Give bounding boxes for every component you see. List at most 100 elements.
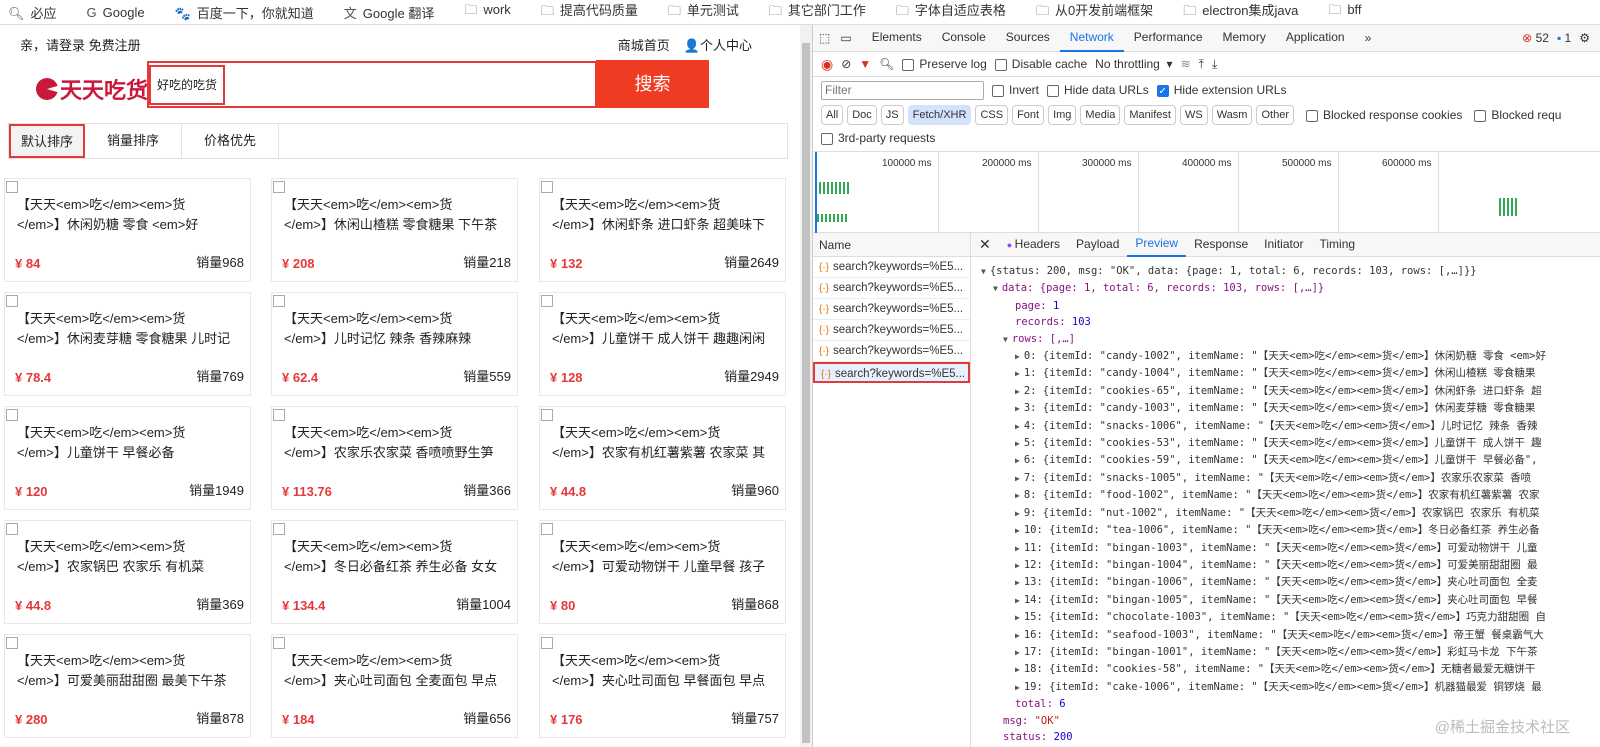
preview-rows[interactable]: ▼ rows: [,…] [981, 331, 1600, 348]
product-title[interactable]: 【天天<em>吃</em><em>货 </em>】冬日必备红茶 养生必备 女女 [272, 537, 517, 577]
bookmark-item[interactable]: 🐾 百度一下，你就知道 [175, 3, 314, 22]
type-filter-font[interactable]: Font [1012, 105, 1045, 125]
login-link[interactable]: 亲，请登录 免费注册 [20, 35, 141, 54]
type-filter-media[interactable]: Media [1080, 105, 1121, 125]
timeline-overview[interactable]: 100000 ms 200000 ms 300000 ms 400000 ms 5000… [813, 151, 1600, 234]
preview-row[interactable]: ▶ 19: {itemId: "cake-1006", itemName: "【天… [981, 679, 1600, 696]
product-title[interactable]: 【天天<em>吃</em><em>货 </em>】农家有机红薯紫薯 农家菜 其 [540, 423, 785, 463]
import-har-icon[interactable]: ⤒ [1199, 57, 1204, 72]
product-card[interactable]: 【天天<em>吃</em><em>货 </em>】儿童饼干 成人饼干 趣趣闲闲 ¥ … [539, 292, 786, 396]
errors-badge[interactable]: ⊗ 52 [1522, 31, 1549, 45]
search-input[interactable]: 好吃的吃货 [147, 61, 597, 108]
preview-row[interactable]: ▶ 5: {itemId: "cookies-53", itemName: "【天… [981, 435, 1600, 452]
more-tabs-button[interactable]: » [1355, 25, 1382, 51]
product-card[interactable]: 【天天<em>吃</em><em>货 </em>】农家锅巴 农家乐 有机菜 ¥ 44… [4, 520, 251, 624]
product-title[interactable]: 【天天<em>吃</em><em>货 </em>】休闲虾条 进口虾条 超美味下 [540, 195, 785, 235]
product-card[interactable]: 【天天<em>吃</em><em>货 </em>】夹心吐司面包 早餐面包 早点 ¥ … [539, 634, 786, 738]
hide-data-urls-checkbox[interactable]: Hide data URLs [1047, 83, 1149, 97]
preview-row[interactable]: ▶ 0: {itemId: "candy-1002", itemName: "【天… [981, 348, 1600, 365]
bookmark-item[interactable]: 🗀 work [464, 1, 510, 23]
preview-row[interactable]: ▶ 16: {itemId: "seafood-1003", itemName: … [981, 627, 1600, 644]
bookmark-item[interactable]: 🗀 字体自适应表格 [896, 0, 1006, 24]
product-title[interactable]: 【天天<em>吃</em><em>货 </em>】夹心吐司面包 早餐面包 早点 [540, 651, 785, 691]
preview-row[interactable]: ▶ 2: {itemId: "cookies-65", itemName: "【天… [981, 383, 1600, 400]
tab-performance[interactable]: Performance [1124, 24, 1213, 52]
bookmark-item[interactable]: 🗀 从0开发前端框架 [1036, 0, 1153, 24]
product-title[interactable]: 【天天<em>吃</em><em>货 </em>】农家乐农家菜 香喷喷野生笋 [272, 423, 517, 463]
tab-console[interactable]: Console [932, 24, 996, 52]
type-filter-ws[interactable]: WS [1179, 105, 1208, 125]
detail-tab-headers[interactable]: ● Headers [999, 233, 1068, 257]
device-toggle-icon[interactable]: ▭ [836, 31, 861, 45]
product-card[interactable]: 【天天<em>吃</em><em>货 </em>】休闲麦芽糖 零食糖果 儿时记 ¥ … [4, 292, 251, 396]
product-title[interactable]: 【天天<em>吃</em><em>货 </em>】农家锅巴 农家乐 有机菜 [5, 537, 250, 577]
bookmark-item[interactable]: 🗀 electron集成java [1183, 0, 1298, 24]
tab-application[interactable]: Application [1276, 24, 1355, 52]
product-card[interactable]: 【天天<em>吃</em><em>货 </em>】可爱美丽甜甜圈 最美下午茶 ¥ 2… [4, 634, 251, 738]
user-center-link[interactable]: 👤个人中心 [684, 35, 752, 54]
sort-default[interactable]: 默认排序 [9, 124, 86, 158]
request-row[interactable]: {·} search?keywords=%E5... [813, 257, 970, 278]
product-card[interactable]: 【天天<em>吃</em><em>货 </em>】夹心吐司面包 全麦面包 早点 ¥ … [271, 634, 518, 738]
tab-memory[interactable]: Memory [1213, 24, 1276, 52]
bookmark-item[interactable]: 🗀 其它部门工作 [769, 0, 866, 24]
blocked-requests-checkbox[interactable]: Blocked requ [1474, 108, 1561, 122]
product-card[interactable]: 【天天<em>吃</em><em>货 </em>】儿时记忆 辣条 香辣麻辣 ¥ 62… [271, 292, 518, 396]
export-har-icon[interactable]: ⤓ [1212, 57, 1217, 72]
request-row[interactable]: {·} search?keywords=%E5... [813, 341, 970, 362]
blocked-cookies-checkbox[interactable]: Blocked response cookies [1305, 108, 1462, 122]
detail-tab-timing[interactable]: Timing [1312, 233, 1364, 256]
close-details-icon[interactable]: ✕ [971, 233, 999, 256]
type-filter-css[interactable]: CSS [975, 105, 1009, 125]
preview-row[interactable]: ▶ 13: {itemId: "bingan-1006", itemName: "… [981, 574, 1600, 591]
preview-row[interactable]: ▶ 4: {itemId: "snacks-1006", itemName: "【… [981, 418, 1600, 435]
product-card[interactable]: 【天天<em>吃</em><em>货 </em>】农家有机红薯紫薯 农家菜 其 ¥ … [539, 406, 786, 510]
product-card[interactable]: 【天天<em>吃</em><em>货 </em>】农家乐农家菜 香喷喷野生笋 ¥ 1… [271, 406, 518, 510]
product-card[interactable]: 【天天<em>吃</em><em>货 </em>】休闲奶糖 零食 <em>好 ¥ 8… [4, 178, 251, 282]
sort-price[interactable]: 价格优先 [182, 124, 280, 158]
clear-icon[interactable]: ⊘ [841, 57, 851, 71]
product-title[interactable]: 【天天<em>吃</em><em>货 </em>】儿童饼干 成人饼干 趣趣闲闲 [540, 309, 785, 349]
preview-row[interactable]: ▶ 10: {itemId: "tea-1006", itemName: "【天天… [981, 522, 1600, 539]
disable-cache-checkbox[interactable]: Disable cache [994, 57, 1087, 71]
product-title[interactable]: 【天天<em>吃</em><em>货 </em>】夹心吐司面包 全麦面包 早点 [272, 651, 517, 691]
page-scrollbar[interactable] [800, 25, 812, 747]
type-filter-wasm[interactable]: Wasm [1211, 105, 1253, 125]
third-party-checkbox[interactable]: 3rd-party requests [821, 131, 935, 145]
preview-data[interactable]: ▼ data: {page: 1, total: 6, records: 103,… [981, 280, 1600, 297]
preview-row[interactable]: ▶ 8: {itemId: "food-1002", itemName: "【天天… [981, 487, 1600, 504]
bookmark-item[interactable]: 文 Google 翻译 [344, 3, 435, 22]
type-filter-fetch-xhr[interactable]: Fetch/XHR [907, 105, 972, 125]
type-filter-all[interactable]: All [821, 105, 844, 125]
sort-sales[interactable]: 销量排序 [85, 124, 183, 158]
tab-sources[interactable]: Sources [996, 24, 1060, 52]
product-title[interactable]: 【天天<em>吃</em><em>货 </em>】可爱动物饼干 儿童早餐 孩子 [540, 537, 785, 577]
bookmark-item[interactable]: 🗀 提高代码质量 [541, 0, 638, 24]
bookmark-item[interactable]: 🗀 bff [1328, 1, 1361, 23]
tab-elements[interactable]: Elements [862, 24, 932, 52]
product-card[interactable]: 【天天<em>吃</em><em>货 </em>】可爱动物饼干 儿童早餐 孩子 ¥ … [539, 520, 786, 624]
preview-row[interactable]: ▶ 12: {itemId: "bingan-1004", itemName: "… [981, 557, 1600, 574]
network-conditions-icon[interactable]: ≋ [1181, 57, 1191, 71]
product-title[interactable]: 【天天<em>吃</em><em>货 </em>】儿时记忆 辣条 香辣麻辣 [272, 309, 517, 349]
request-row[interactable]: {·} search?keywords=%E5... [813, 299, 970, 320]
tab-network[interactable]: Network [1059, 24, 1124, 52]
product-title[interactable]: 【天天<em>吃</em><em>货 </em>】可爱美丽甜甜圈 最美下午茶 [5, 651, 250, 691]
preview-row[interactable]: ▶ 14: {itemId: "bingan-1005", itemName: "… [981, 592, 1600, 609]
preview-row[interactable]: ▶ 1: {itemId: "candy-1004", itemName: "【天… [981, 365, 1600, 382]
bookmark-item[interactable]: 🔍︎ 必应 [8, 3, 57, 22]
search-icon[interactable]: 🔍︎ [879, 57, 894, 71]
preview-row[interactable]: ▶ 17: {itemId: "bingan-1001", itemName: "… [981, 644, 1600, 661]
type-filter-img[interactable]: Img [1048, 105, 1077, 125]
preview-root[interactable]: ▼ {status: 200, msg: "OK", data: {page: 1… [981, 263, 1600, 280]
request-row[interactable]: {·} search?keywords=%E5... [813, 362, 970, 383]
invert-checkbox[interactable]: Invert [992, 83, 1039, 97]
preview-row[interactable]: ▶ 11: {itemId: "bingan-1003", itemName: "… [981, 540, 1600, 557]
filter-icon[interactable]: ▼ [859, 57, 871, 71]
product-card[interactable]: 【天天<em>吃</em><em>货 </em>】休闲山楂糕 零食糖果 下午茶 ¥ … [271, 178, 518, 282]
record-icon[interactable]: ◉ [821, 56, 833, 73]
detail-tab-response[interactable]: Response [1186, 233, 1256, 256]
detail-tab-payload[interactable]: Payload [1068, 233, 1127, 256]
bookmark-item[interactable]: G Google [87, 5, 145, 20]
hide-extension-urls-checkbox[interactable]: ✓ Hide extension URLs [1156, 83, 1286, 97]
